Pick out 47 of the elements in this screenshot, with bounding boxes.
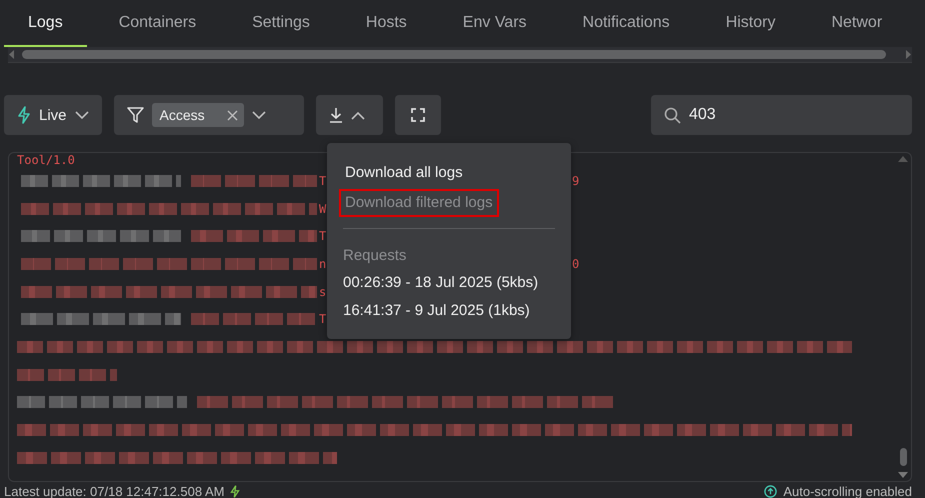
log-text: T bbox=[319, 174, 326, 188]
tab[interactable]: Env Vars bbox=[438, 0, 551, 47]
log-text: W bbox=[319, 202, 326, 216]
download-button[interactable] bbox=[316, 95, 383, 135]
arrow-circle-icon bbox=[764, 484, 778, 498]
scroll-right-icon[interactable] bbox=[904, 50, 912, 59]
tab[interactable]: History bbox=[702, 0, 800, 47]
tab[interactable]: Networ bbox=[807, 0, 906, 47]
horizontal-scrollbar[interactable] bbox=[8, 47, 912, 63]
close-icon[interactable] bbox=[226, 110, 238, 120]
status-text: Auto-scrolling enabled bbox=[783, 484, 912, 498]
log-text: T bbox=[319, 312, 326, 326]
scroll-thumb[interactable] bbox=[900, 448, 906, 466]
log-text: 0 bbox=[572, 256, 580, 271]
scroll-down-icon[interactable] bbox=[898, 472, 908, 479]
tab[interactable]: Hosts bbox=[342, 0, 431, 47]
live-mode-button[interactable]: Live bbox=[4, 95, 102, 135]
tab[interactable]: Settings bbox=[228, 0, 334, 47]
search-input[interactable]: 403 bbox=[689, 106, 869, 124]
filter-chip[interactable]: Access bbox=[152, 103, 244, 127]
log-text: T bbox=[319, 229, 326, 244]
tab[interactable]: Containers bbox=[94, 0, 220, 47]
scroll-up-icon[interactable] bbox=[898, 155, 908, 162]
search-icon bbox=[664, 106, 681, 124]
status-text: Latest update: 07/18 12:47:12.508 AM bbox=[4, 484, 224, 498]
lightning-icon bbox=[230, 484, 240, 498]
request-menu-item[interactable]: 16:41:37 - 9 Jul 2025 (1kbs) bbox=[343, 297, 530, 325]
filter-control[interactable]: Access bbox=[114, 95, 304, 135]
section-label: Requests bbox=[343, 246, 408, 266]
download-icon bbox=[328, 107, 343, 123]
chevron-icon bbox=[252, 110, 266, 120]
tab[interactable]: Notifications bbox=[558, 0, 694, 47]
vertical-scrollbar[interactable] bbox=[897, 155, 909, 479]
log-text: n bbox=[319, 256, 326, 271]
fullscreen-icon bbox=[410, 108, 425, 122]
chevron-icon bbox=[74, 110, 89, 120]
chevron-icon bbox=[350, 110, 365, 120]
scroll-left-icon[interactable] bbox=[8, 50, 16, 59]
lightning-icon bbox=[17, 106, 31, 124]
log-text: 9 bbox=[572, 174, 580, 188]
log-text: Tool/1.0 bbox=[17, 153, 75, 167]
filter-icon bbox=[126, 107, 144, 123]
request-menu-item[interactable]: 00:26:39 - 18 Jul 2025 (5kbs) bbox=[343, 269, 538, 297]
log-text: s bbox=[319, 284, 326, 299]
search-field[interactable]: 403 bbox=[651, 95, 912, 135]
menu-item[interactable]: Download all logs bbox=[339, 159, 469, 187]
fullscreen-button[interactable] bbox=[394, 95, 441, 135]
